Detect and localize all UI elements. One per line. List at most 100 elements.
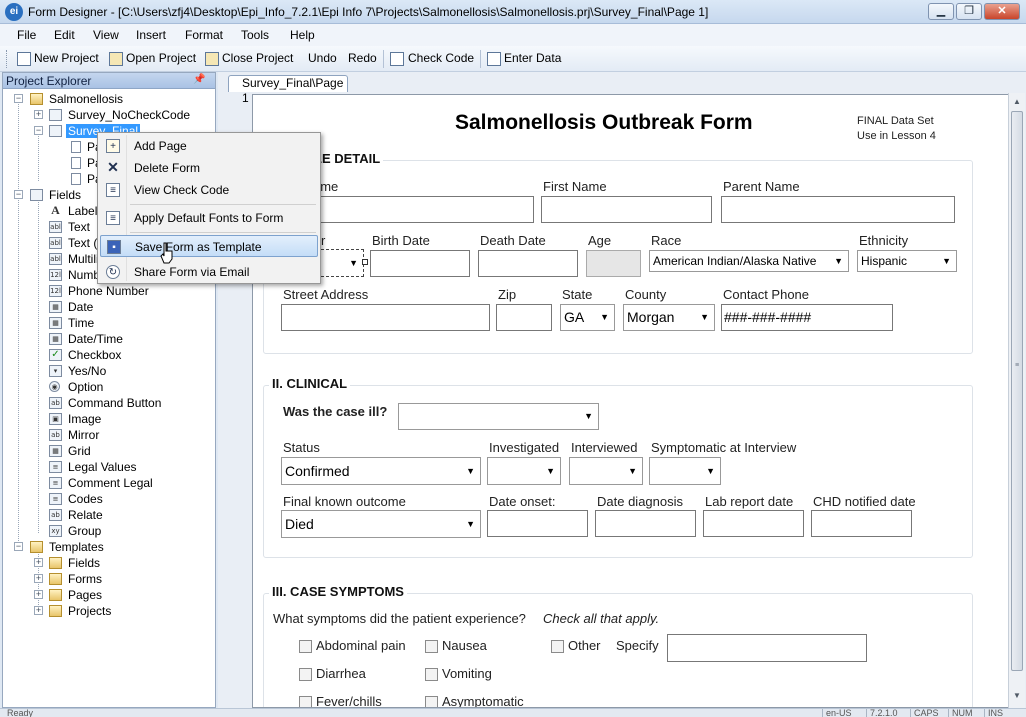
street-address-field[interactable] bbox=[281, 304, 490, 331]
menu-edit[interactable]: Edit bbox=[54, 28, 75, 42]
menu-insert[interactable]: Insert bbox=[136, 28, 166, 42]
symptomatic-select[interactable]: ▼ bbox=[649, 457, 721, 485]
menu-format[interactable]: Format bbox=[185, 28, 223, 42]
resize-handle[interactable] bbox=[362, 259, 368, 265]
status-select[interactable]: Confirmed ▼ bbox=[281, 457, 481, 485]
field-type-icon: abl bbox=[49, 253, 62, 265]
tree-template-folder[interactable]: + Fields bbox=[3, 555, 213, 571]
county-select[interactable]: Morgan ▼ bbox=[623, 304, 715, 331]
checkbox-abdominal-pain[interactable] bbox=[299, 640, 312, 653]
tree-field-type[interactable]: xy Group bbox=[3, 523, 213, 539]
tree-template-folder[interactable]: + Projects bbox=[3, 603, 213, 619]
menu-item-apply-default-fonts[interactable]: ≡ Apply Default Fonts to Form bbox=[100, 207, 318, 229]
expand-icon[interactable]: + bbox=[34, 574, 43, 583]
undo-button[interactable]: Undo bbox=[308, 51, 337, 65]
lab-report-date-field[interactable] bbox=[703, 510, 804, 537]
tree-field-type[interactable]: 12l Phone Number bbox=[3, 283, 213, 299]
enter-data-button[interactable]: Enter Data bbox=[504, 51, 561, 65]
scroll-down-arrow-icon[interactable]: ▼ bbox=[1009, 687, 1025, 704]
collapse-icon[interactable]: − bbox=[14, 94, 23, 103]
close-button[interactable]: ✕ bbox=[984, 3, 1020, 20]
close-project-button[interactable]: Close Project bbox=[222, 51, 293, 65]
ethnicity-select[interactable]: Hispanic ▼ bbox=[857, 250, 957, 272]
checkbox-fever-chills[interactable] bbox=[299, 696, 312, 707]
tree-label: Projects bbox=[68, 604, 112, 618]
age-field[interactable] bbox=[586, 250, 641, 277]
open-project-button[interactable]: Open Project bbox=[126, 51, 196, 65]
county-value: Morgan bbox=[627, 309, 675, 325]
form-icon bbox=[49, 125, 62, 137]
checkbox-nausea[interactable] bbox=[425, 640, 438, 653]
tree-field-type[interactable]: ▾ Yes/No bbox=[3, 363, 213, 379]
collapse-icon[interactable]: − bbox=[14, 190, 23, 199]
menu-file[interactable]: File bbox=[17, 28, 36, 42]
menu-view[interactable]: View bbox=[93, 28, 119, 42]
tree-field-type[interactable]: ab Command Button bbox=[3, 395, 213, 411]
tree-field-type[interactable]: ✓ Checkbox bbox=[3, 347, 213, 363]
tree-field-type[interactable]: ▦ Time bbox=[3, 315, 213, 331]
form-icon bbox=[49, 109, 62, 121]
state-select[interactable]: GA ▼ bbox=[560, 304, 615, 331]
tree-field-type[interactable]: ≡ Codes bbox=[3, 491, 213, 507]
outcome-select[interactable]: Died ▼ bbox=[281, 510, 481, 538]
tree-field-type[interactable]: ▦ Grid bbox=[3, 443, 213, 459]
tree-template-folder[interactable]: + Forms bbox=[3, 571, 213, 587]
chd-notified-date-field[interactable] bbox=[811, 510, 912, 537]
redo-button[interactable]: Redo bbox=[348, 51, 377, 65]
menu-item-add-page[interactable]: + Add Page bbox=[100, 135, 318, 157]
menu-item-view-check-code[interactable]: ≡ View Check Code bbox=[100, 179, 318, 201]
tree-field-type[interactable]: ≡ Comment Legal bbox=[3, 475, 213, 491]
interviewed-select[interactable]: ▼ bbox=[569, 457, 643, 485]
date-onset-field[interactable] bbox=[487, 510, 588, 537]
checkbox-diarrhea[interactable] bbox=[299, 668, 312, 681]
specify-field[interactable] bbox=[667, 634, 867, 662]
checkbox-asymptomatic[interactable] bbox=[425, 696, 438, 707]
case-ill-select[interactable]: ▼ bbox=[398, 403, 599, 430]
tree-field-type[interactable]: ▦ Date/Time bbox=[3, 331, 213, 347]
tree-label: Time bbox=[68, 316, 95, 330]
expand-icon[interactable]: + bbox=[34, 558, 43, 567]
tab-page-1[interactable]: Survey_Final\Page 1 bbox=[228, 75, 348, 105]
scroll-thumb[interactable]: ≡ bbox=[1011, 111, 1023, 671]
first-name-field[interactable] bbox=[541, 196, 712, 223]
expand-icon[interactable]: + bbox=[34, 110, 43, 119]
zip-field[interactable] bbox=[496, 304, 552, 331]
menu-tools[interactable]: Tools bbox=[241, 28, 269, 42]
maximize-button[interactable]: ❐ bbox=[956, 3, 982, 20]
form-page[interactable]: Salmonellosis Outbreak Form FINAL Data S… bbox=[252, 94, 1018, 708]
tree-template-folder[interactable]: + Pages bbox=[3, 587, 213, 603]
menu-item-save-form-as-template[interactable]: ▪ Save Form as Template bbox=[100, 235, 318, 257]
tree-project[interactable]: − Salmonellosis bbox=[3, 91, 213, 107]
last-name-field[interactable] bbox=[301, 196, 534, 223]
date-diagnosis-field[interactable] bbox=[595, 510, 696, 537]
expand-icon[interactable]: + bbox=[34, 606, 43, 615]
contact-phone-field[interactable]: ###-###-#### bbox=[721, 304, 893, 331]
menu-help[interactable]: Help bbox=[290, 28, 315, 42]
tree-field-type[interactable]: ▦ Date bbox=[3, 299, 213, 315]
tree-field-type[interactable]: ◉ Option bbox=[3, 379, 213, 395]
expand-icon[interactable]: + bbox=[34, 590, 43, 599]
minimize-button[interactable]: ▁ bbox=[928, 3, 954, 20]
tree-templates[interactable]: − Templates bbox=[3, 539, 213, 555]
menu-item-delete-form[interactable]: ✕ Delete Form bbox=[100, 157, 318, 179]
checkbox-other[interactable] bbox=[551, 640, 564, 653]
investigated-select[interactable]: ▼ bbox=[487, 457, 561, 485]
checkbox-vomiting[interactable] bbox=[425, 668, 438, 681]
pin-icon[interactable]: 📌 bbox=[193, 74, 205, 85]
death-date-field[interactable] bbox=[478, 250, 578, 277]
vertical-scrollbar[interactable]: ▲ ≡ ▼ bbox=[1008, 93, 1025, 708]
new-project-button[interactable]: New Project bbox=[34, 51, 99, 65]
tree-field-type[interactable]: ≡ Legal Values bbox=[3, 459, 213, 475]
birth-date-field[interactable] bbox=[370, 250, 470, 277]
check-code-button[interactable]: Check Code bbox=[408, 51, 474, 65]
tree-field-type[interactable]: ab Relate bbox=[3, 507, 213, 523]
collapse-icon[interactable]: − bbox=[14, 542, 23, 551]
tree-form[interactable]: + Survey_NoCheckCode bbox=[3, 107, 213, 123]
parent-name-field[interactable] bbox=[721, 196, 955, 223]
scroll-up-arrow-icon[interactable]: ▲ bbox=[1009, 93, 1025, 110]
tree-field-type[interactable]: ab Mirror bbox=[3, 427, 213, 443]
tree-field-type[interactable]: ▣ Image bbox=[3, 411, 213, 427]
collapse-icon[interactable]: − bbox=[34, 126, 43, 135]
menu-item-share-form-via-email[interactable]: ↻ Share Form via Email bbox=[100, 261, 318, 283]
race-select[interactable]: American Indian/Alaska Native ▼ bbox=[649, 250, 849, 272]
